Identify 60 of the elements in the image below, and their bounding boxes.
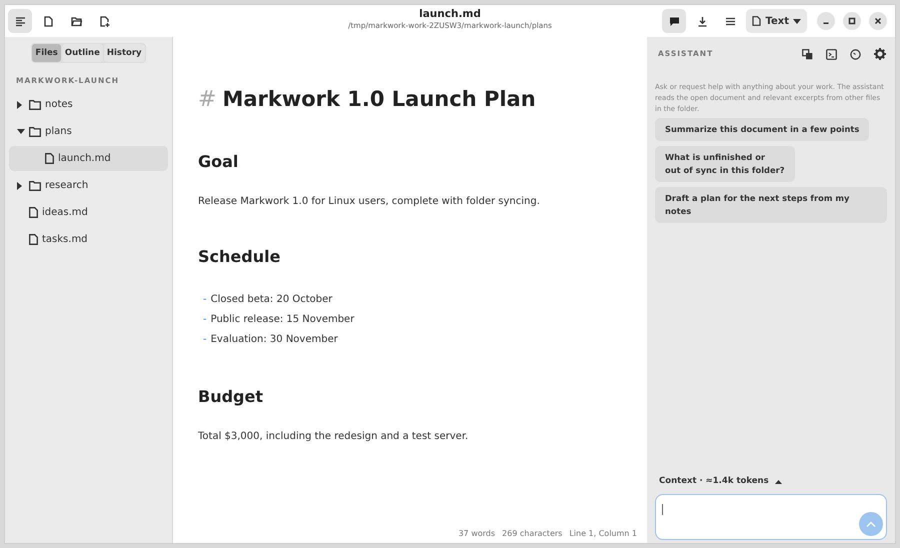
file-icon xyxy=(752,16,762,26)
sidebar-button[interactable] xyxy=(8,9,32,33)
file-icon xyxy=(42,16,54,26)
list-marker: - xyxy=(203,312,207,326)
section-heading: Goal xyxy=(198,151,240,173)
context-toggle[interactable]: Context · ≈1.4k tokens xyxy=(659,475,887,488)
maximize-button[interactable] xyxy=(843,12,861,30)
file-icon xyxy=(45,153,54,164)
window-title: launch.md xyxy=(419,8,481,21)
file-item[interactable]: launch.md xyxy=(9,146,168,172)
download-icon xyxy=(696,16,708,26)
folder-icon xyxy=(29,180,41,191)
list-marker: - xyxy=(203,332,207,346)
caret-up-icon xyxy=(774,479,782,484)
message-input[interactable] xyxy=(655,494,887,540)
paragraph: Release Markwork 1.0 for Linux users, complete with folder syncing. xyxy=(198,195,541,209)
list-item: Closed beta: 20 October xyxy=(210,292,332,306)
file-icon xyxy=(29,207,38,218)
settings-icon[interactable] xyxy=(874,48,886,60)
file-item[interactable]: tasks.md xyxy=(9,227,168,252)
minimize-button[interactable] xyxy=(817,12,835,30)
folder-icon xyxy=(29,126,41,137)
list-marker: - xyxy=(203,292,207,306)
folder-item[interactable]: research xyxy=(9,173,168,198)
suggestion-chip[interactable]: What is unfinished or out of sync in this folder? xyxy=(655,146,795,182)
terminal-icon[interactable] xyxy=(826,48,837,60)
folder-icon xyxy=(29,100,41,110)
sidebar-tab[interactable]: Files xyxy=(32,44,61,62)
file-icon xyxy=(29,234,38,246)
maximize-icon xyxy=(848,17,856,25)
list-item: Public release: 15 November xyxy=(210,312,354,326)
document-title: Markwork 1.0 Launch Plan xyxy=(222,86,536,113)
speech-bubble-icon xyxy=(668,16,680,26)
status-text: 37 words xyxy=(458,528,496,540)
list-item: Evaluation: 30 November xyxy=(210,332,338,346)
file-plus-icon xyxy=(98,16,110,26)
status-text: 269 characters xyxy=(502,528,562,540)
file-item[interactable]: ideas.md xyxy=(9,200,168,226)
close-icon xyxy=(874,17,882,25)
sidebar-tab[interactable]: Outline xyxy=(62,44,103,62)
paragraph: Total $3,000, including the redesign and a test server. xyxy=(198,430,470,444)
clock-icon[interactable] xyxy=(850,48,861,60)
suggestion-chip[interactable]: Summarize this document in a few points xyxy=(655,118,870,141)
section-heading: Schedule xyxy=(198,246,282,268)
menu-icon xyxy=(14,16,26,26)
copy-icon[interactable] xyxy=(802,48,813,60)
close-button[interactable] xyxy=(869,12,887,30)
status-text: Line 1, Column 1 xyxy=(569,528,637,540)
menu-icon xyxy=(724,16,736,26)
heading-marker: # xyxy=(198,86,216,114)
chat-button[interactable] xyxy=(662,9,686,33)
chevron-up-icon xyxy=(866,521,876,527)
sidebar-tab[interactable]: History xyxy=(104,44,145,62)
section-heading: Budget xyxy=(198,386,264,408)
suggestion-chip[interactable]: Draft a plan for the next steps from my notes xyxy=(655,187,887,223)
caret-down-icon xyxy=(793,18,801,24)
folder-icon xyxy=(70,16,82,26)
folder-item[interactable]: plans xyxy=(9,119,168,144)
format-dropdown[interactable]: Text xyxy=(746,9,807,33)
folder-item[interactable]: notes xyxy=(9,92,168,118)
